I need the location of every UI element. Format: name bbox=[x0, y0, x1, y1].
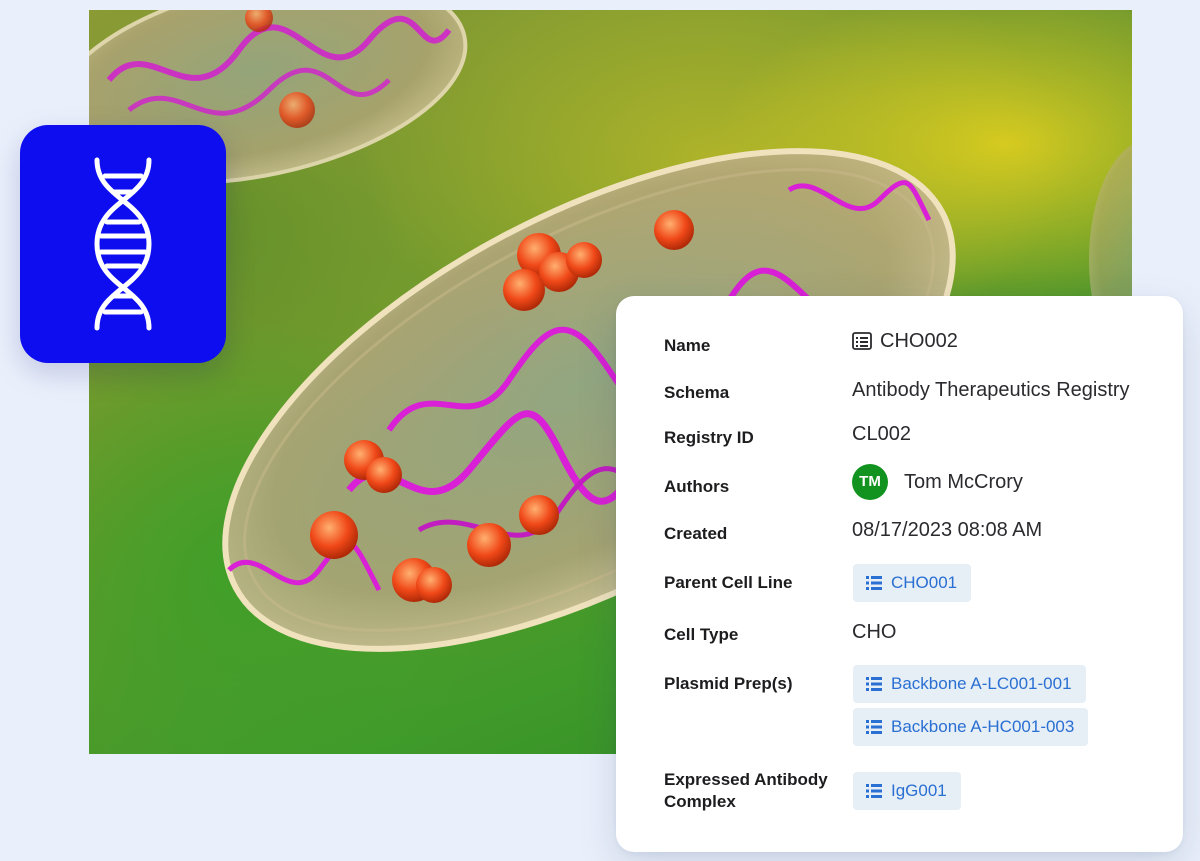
registry-id-value: CL002 bbox=[852, 423, 911, 445]
plasmid-prep-text: Backbone A-HC001-003 bbox=[891, 717, 1075, 736]
cell-type-label: Cell Type bbox=[664, 625, 739, 644]
plasmid-prep-link[interactable]: Backbone A-HC001-003 bbox=[853, 708, 1089, 746]
expressed-antibody-label-line2: Complex bbox=[664, 792, 736, 811]
parent-cell-line-link[interactable]: CHO001 bbox=[853, 564, 972, 602]
entity-details-card: Name CHO002 Schema Antibody Therapeutics… bbox=[616, 296, 1183, 852]
authors-label: Authors bbox=[664, 477, 730, 496]
plasmid-preps-label: Plasmid Prep(s) bbox=[664, 674, 793, 693]
cell-type-value: CHO bbox=[852, 621, 897, 643]
plasmid-prep-link[interactable]: Backbone A-LC001-001 bbox=[853, 665, 1086, 703]
plasmid-prep-text: Backbone A-LC001-001 bbox=[891, 674, 1072, 693]
registry-id-label: Registry ID bbox=[664, 428, 754, 447]
expressed-antibody-text: IgG001 bbox=[891, 781, 947, 800]
list-icon bbox=[866, 677, 882, 691]
created-label: Created bbox=[664, 524, 728, 543]
registry-entity-icon bbox=[852, 332, 872, 350]
name-value: CHO002 bbox=[852, 328, 958, 354]
name-value-text: CHO002 bbox=[880, 330, 958, 352]
schema-value: Antibody Therapeutics Registry bbox=[852, 379, 1130, 401]
expressed-antibody-link[interactable]: IgG001 bbox=[853, 772, 961, 810]
created-value: 08/17/2023 08:08 AM bbox=[852, 519, 1043, 541]
dna-app-tile[interactable] bbox=[20, 125, 226, 363]
parent-cell-line-label: Parent Cell Line bbox=[664, 573, 793, 592]
name-label: Name bbox=[664, 336, 711, 355]
schema-label: Schema bbox=[664, 383, 730, 402]
list-icon bbox=[866, 576, 882, 590]
dna-icon bbox=[94, 157, 152, 331]
avatar: TM bbox=[852, 464, 888, 500]
list-icon bbox=[866, 720, 882, 734]
author-name: Tom McCrory bbox=[904, 471, 1023, 493]
parent-cell-line-text: CHO001 bbox=[891, 573, 958, 592]
author-entry[interactable]: TM Tom McCrory bbox=[852, 464, 1023, 500]
expressed-antibody-label-line1: Expressed Antibody bbox=[664, 770, 828, 789]
expressed-antibody-label: Expressed Antibody Complex bbox=[664, 769, 844, 813]
list-icon bbox=[866, 784, 882, 798]
